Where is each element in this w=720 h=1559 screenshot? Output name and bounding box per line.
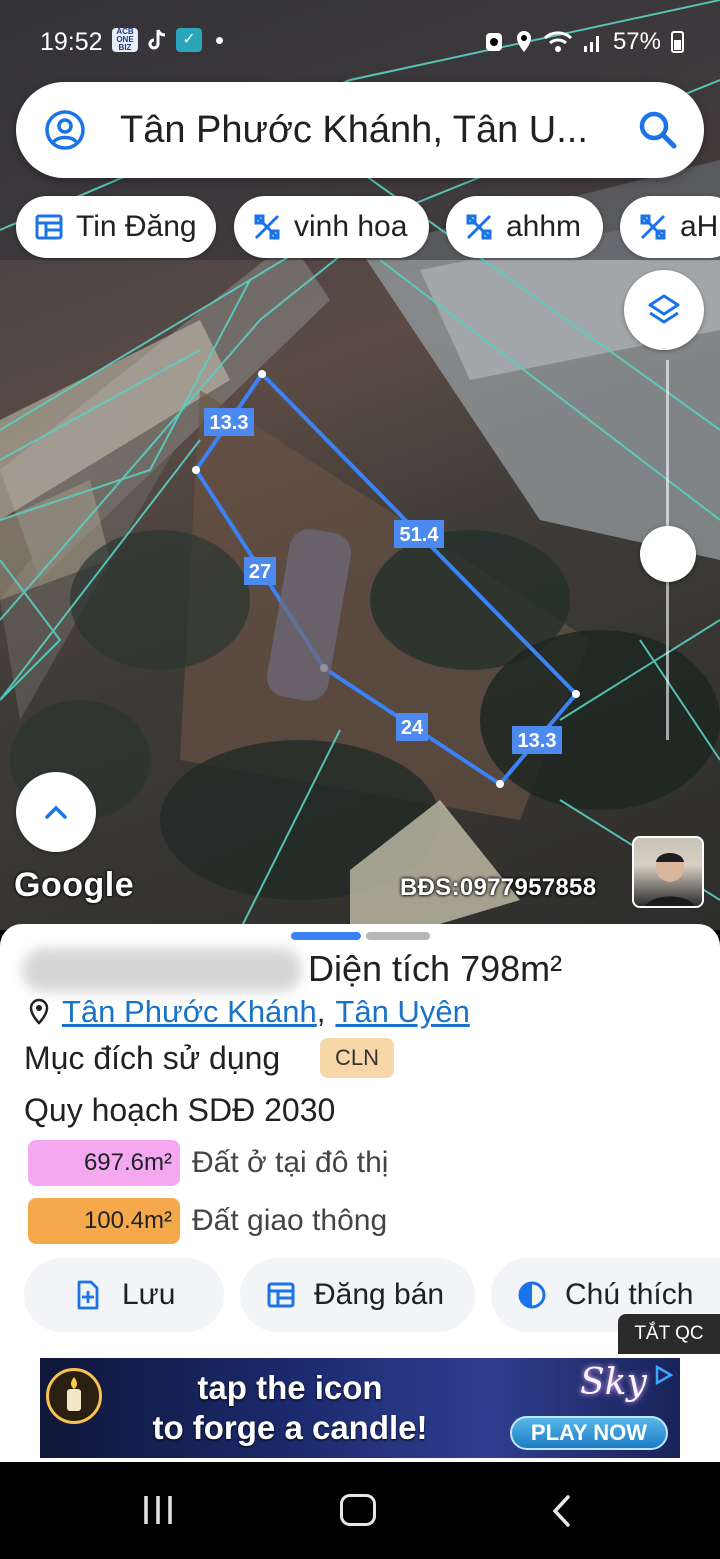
- edge-label-right: 13.3: [518, 730, 557, 752]
- save-button[interactable]: Lưu: [24, 1258, 224, 1332]
- opacity-slider-thumb[interactable]: [640, 526, 696, 582]
- chip-tin-dang[interactable]: Tin Đăng: [16, 196, 216, 258]
- layers-icon: [648, 294, 680, 324]
- plan-title: Quy hoạch SDĐ 2030: [24, 1092, 336, 1128]
- battery-percent: 57%: [612, 28, 661, 55]
- agent-avatar[interactable]: [632, 836, 704, 908]
- check-app-icon: ✓: [176, 28, 202, 52]
- more-notifications-dot: [216, 36, 223, 44]
- chip-label: vinh hoa: [294, 210, 408, 243]
- crosshatch-icon: [254, 214, 280, 240]
- area-value: 798m²: [460, 948, 563, 989]
- ad-banner[interactable]: tap the icon to forge a candle! Sky PLAY …: [40, 1358, 680, 1458]
- person-photo: [645, 853, 695, 906]
- map-view[interactable]: 13.3 51.4 27 24 13.3 19:52 ACB ONE BIZ ✓: [0, 0, 720, 930]
- legend-row-residential: 697.6m² Đất ở tại đô thị: [28, 1140, 388, 1186]
- chip-ah[interactable]: aH: [620, 196, 720, 258]
- info-sheet: Diện tích 798m² Tân Phước Khánh , Tân Uy…: [0, 924, 720, 1354]
- status-time: 19:52: [40, 28, 103, 56]
- chip-vinh-hoa[interactable]: vinh hoa: [234, 196, 429, 258]
- chip-label: ahhm: [506, 210, 582, 243]
- legend-value: 697.6m²: [28, 1140, 180, 1186]
- system-nav-bar: [0, 1462, 720, 1559]
- sheet-handle-active[interactable]: [291, 932, 361, 940]
- pin-icon: [29, 998, 49, 1025]
- crosshatch-icon: [640, 214, 666, 240]
- acb-app-icon: ACB ONE BIZ: [112, 28, 138, 52]
- area-text: Diện tích 798m²: [308, 948, 562, 990]
- ad-choices-icon[interactable]: [652, 1364, 674, 1386]
- sheet-handle[interactable]: [366, 932, 430, 940]
- filter-chips: Tin Đăng vinh hoa ahhm aH: [16, 196, 720, 258]
- candle-icon: [46, 1368, 102, 1424]
- chevron-up-icon: [45, 805, 67, 819]
- land-use-label: Mục đích sử dụng: [24, 1040, 281, 1076]
- search-input[interactable]: Tân Phước Khánh, Tân U...: [120, 106, 610, 154]
- system-status-icons: 57%: [483, 28, 684, 56]
- location-row: Tân Phước Khánh , Tân Uyên: [26, 994, 470, 1030]
- bookmark-plus-icon: [77, 1280, 99, 1310]
- legend-row-traffic: 100.4m² Đất giao thông: [28, 1198, 387, 1244]
- signal-icon: [583, 36, 599, 52]
- data-saver-icon: [485, 33, 502, 51]
- home-icon[interactable]: [340, 1494, 376, 1526]
- watermark-phone: BĐS:0977957858: [400, 874, 597, 901]
- location-link-district[interactable]: Tân Uyên: [335, 994, 469, 1030]
- area-label: Diện tích: [308, 948, 451, 989]
- edge-label-bottom: 24: [401, 717, 424, 739]
- half-circle-icon: [518, 1281, 546, 1309]
- post-for-sale-label: Đăng bán: [314, 1278, 445, 1311]
- post-for-sale-button[interactable]: Đăng bán: [240, 1258, 475, 1332]
- chip-label: aH: [680, 210, 719, 243]
- land-use-badge: CLN: [320, 1038, 394, 1078]
- chip-label: Tin Đăng: [76, 210, 197, 243]
- status-bar: 19:52 ACB ONE BIZ ✓ 57%: [0, 0, 720, 84]
- battery-icon: [671, 31, 684, 53]
- wifi-icon: [543, 31, 572, 52]
- ad-container: tap the icon to forge a candle! Sky PLAY …: [0, 1354, 720, 1462]
- profile-icon[interactable]: [44, 109, 86, 151]
- back-icon[interactable]: [550, 1494, 574, 1528]
- recents-icon[interactable]: [140, 1494, 176, 1526]
- chip-ahhm[interactable]: ahhm: [446, 196, 603, 258]
- ad-headline: tap the icon to forge a candle!: [152, 1369, 428, 1446]
- legend-label: Đất ở tại đô thị: [192, 1146, 389, 1179]
- action-buttons: Lưu Đăng bán Chú thích: [0, 1258, 720, 1332]
- play-now-button[interactable]: PLAY NOW: [510, 1416, 668, 1450]
- calendar-icon: [267, 1282, 295, 1308]
- edge-label-left: 27: [249, 561, 271, 583]
- notification-icons: ACB ONE BIZ ✓: [112, 28, 223, 52]
- tiktok-icon: [148, 29, 166, 50]
- layers-button[interactable]: [624, 270, 704, 350]
- location-link-ward[interactable]: Tân Phước Khánh: [62, 994, 317, 1030]
- search-bar[interactable]: Tân Phước Khánh, Tân U...: [16, 82, 704, 178]
- ad-brand-logo: Sky: [580, 1362, 647, 1403]
- search-icon[interactable]: [634, 106, 682, 154]
- location-icon: [516, 31, 531, 52]
- redacted-title: [22, 948, 302, 992]
- close-ad-button[interactable]: TẮT QC: [618, 1314, 720, 1354]
- expand-sheet-button[interactable]: [16, 772, 96, 852]
- legend-label: Đất giao thông: [192, 1204, 388, 1237]
- calendar-icon: [35, 214, 63, 240]
- edge-label-top: 13.3: [210, 412, 249, 434]
- edge-label-long: 51.4: [400, 524, 440, 546]
- legend-button-label: Chú thích: [565, 1278, 694, 1311]
- location-separator: ,: [316, 994, 326, 1029]
- save-button-label: Lưu: [122, 1278, 176, 1311]
- crosshatch-icon: [466, 214, 492, 240]
- legend-value: 100.4m²: [28, 1198, 180, 1244]
- google-logo: Google: [14, 866, 135, 904]
